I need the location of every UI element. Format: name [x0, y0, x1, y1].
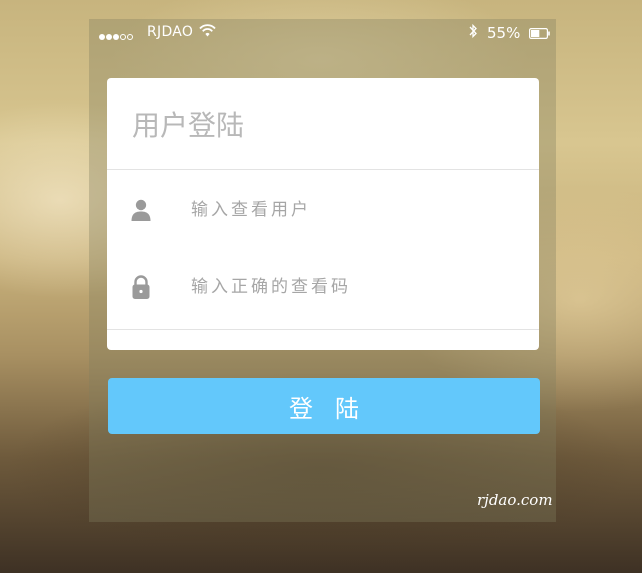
- watermark-text: rjdao.com: [477, 491, 553, 509]
- signal-strength-indicator: [99, 28, 134, 40]
- signal-dot: [106, 34, 112, 40]
- login-button[interactable]: 登陆: [108, 378, 540, 434]
- signal-dot: [120, 34, 126, 40]
- status-bar: RJDAO 55%: [89, 19, 556, 45]
- login-card: 用户登陆: [107, 78, 539, 350]
- password-row: [107, 267, 539, 307]
- password-input[interactable]: [191, 273, 511, 301]
- phone-screen: RJDAO 55% 用户登陆 输入查看用户 登陆 rjdao.com: [89, 19, 556, 522]
- carrier-name: RJDAO: [147, 24, 194, 40]
- form-bottom-divider: [107, 329, 539, 330]
- bluetooth-icon: [468, 23, 478, 43]
- title-divider: [107, 169, 539, 170]
- wifi-icon: [199, 24, 216, 41]
- lock-icon: [130, 274, 152, 300]
- battery-percentage: 55%: [487, 24, 521, 42]
- user-icon: [130, 197, 152, 223]
- signal-dot: [99, 34, 105, 40]
- signal-dot: [113, 34, 119, 40]
- username-row: [107, 190, 539, 230]
- signal-dot: [127, 34, 133, 40]
- battery-icon: [529, 27, 550, 43]
- login-title: 用户登陆: [132, 109, 245, 142]
- username-input[interactable]: [191, 196, 511, 224]
